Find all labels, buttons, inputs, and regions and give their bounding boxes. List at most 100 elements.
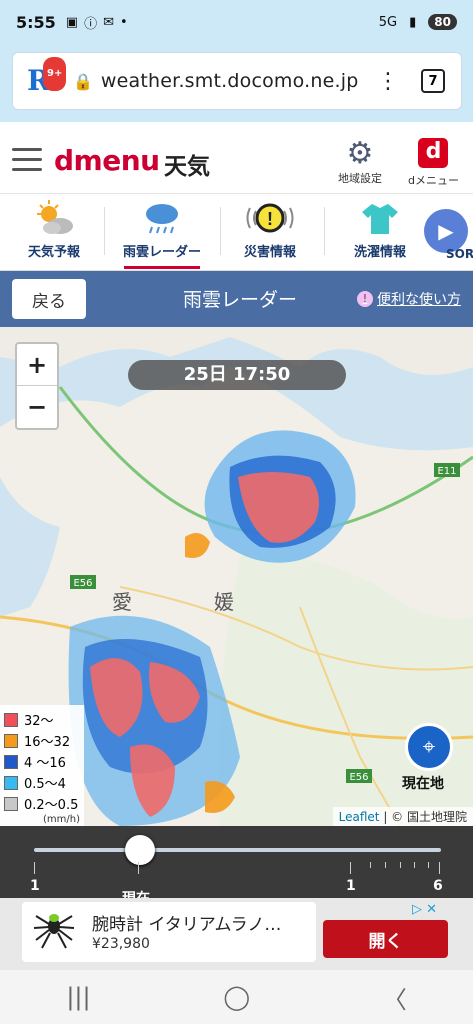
info-icon: ⓘ	[84, 16, 98, 32]
legend-item: 32〜	[4, 709, 80, 730]
signal-icon: ▮	[409, 14, 417, 30]
tab-switcher-button[interactable]: 7	[421, 69, 445, 93]
legend-swatch	[4, 796, 18, 811]
nav-label: 洗濯情報	[353, 245, 406, 260]
help-link[interactable]: ! 便利な使い方	[357, 289, 461, 309]
weather-title: 天気	[164, 154, 210, 180]
recents-icon[interactable]: |||	[66, 983, 90, 1011]
legend-label: 0.2〜0.5	[24, 798, 79, 813]
crosshair-icon: ⌖	[422, 734, 436, 760]
nav-label: 天気予報	[27, 245, 80, 260]
browser-menu-icon[interactable]: ⋮	[377, 69, 399, 94]
road-label: E56	[349, 772, 368, 783]
zoom-in-button[interactable]: +	[17, 344, 57, 386]
page-title: 雨雲レーダー	[182, 289, 297, 311]
legend-swatch	[4, 754, 18, 769]
radar-map[interactable]: 愛 媛 E56 E11 E56 + − 25日 17:50 32〜 16〜32 …	[0, 327, 473, 826]
back-label: 戻る	[32, 291, 66, 312]
nav-label: 雨雲レーダー	[122, 245, 201, 260]
legend-label: 0.5〜4	[24, 777, 66, 792]
leaflet-link[interactable]: Leaflet	[339, 810, 380, 824]
ad-price: ¥23,980	[92, 936, 150, 952]
ad-card[interactable]: 腕時計 イタリアムラノ… ¥23,980	[22, 902, 316, 962]
nav-partial-label[interactable]: SOR	[446, 247, 473, 261]
prefecture-label: 媛	[214, 590, 234, 614]
legend-swatch	[4, 733, 18, 748]
ad-banner: 腕時計 イタリアムラノ… ¥23,980 ▷ ✕ 開く	[0, 898, 473, 970]
rakuten-app-icon[interactable]: R 9+	[27, 57, 67, 97]
road-label: E56	[73, 578, 92, 589]
dmenu-label: dメニュー	[408, 174, 459, 187]
attribution-text: | © 国土地理院	[379, 810, 467, 824]
status-bar: 5:55 ▣ ⓘ ✉ • 5G ▮ 80	[0, 0, 473, 44]
back-button[interactable]: 戻る	[12, 279, 86, 319]
current-location-button[interactable]: ⌖	[405, 723, 453, 771]
dmenu-icon: d	[418, 138, 449, 168]
home-icon[interactable]: ◯	[223, 983, 250, 1011]
feature-nav: 天気予報 雨雲レーダー ! 災害情報 洗濯情報 ▶ SOR	[0, 195, 473, 271]
more-dot-icon: •	[120, 14, 128, 30]
status-time: 5:55	[16, 12, 56, 32]
url-text[interactable]: weather.smt.docomo.ne.jp	[101, 70, 359, 92]
current-location-label: 現在地	[402, 776, 444, 792]
lock-icon[interactable]: 🔒	[73, 72, 93, 91]
browser-toolbar: R 9+ 🔒 weather.smt.docomo.ne.jp ⋮ 7	[0, 44, 473, 122]
legend-item: 4 〜16	[4, 751, 80, 772]
rain-legend: 32〜 16〜32 4 〜16 0.5〜4 0.2〜0.5 (mm/h)	[0, 705, 84, 826]
timeline-end-label: 6	[433, 878, 443, 894]
slider-thumb[interactable]	[124, 835, 155, 865]
timeline-start-label: 1	[30, 878, 40, 894]
adchoices-icon[interactable]: ▷ ✕	[412, 902, 437, 917]
legend-swatch	[4, 712, 18, 727]
legend-unit: (mm/h)	[43, 814, 80, 825]
network-label: 5G	[378, 14, 398, 30]
ad-open-button[interactable]: 開く	[323, 920, 448, 958]
battery-indicator: 80	[428, 14, 457, 30]
sun-cloud-icon	[6, 195, 102, 241]
back-icon[interactable]: 〈	[383, 980, 407, 1015]
nav-rain-radar[interactable]: 雨雲レーダー	[114, 195, 210, 271]
gear-icon: ⚙	[346, 136, 374, 171]
help-label: 便利な使い方	[377, 292, 461, 308]
address-bar[interactable]: R 9+ 🔒 weather.smt.docomo.ne.jp ⋮ 7	[12, 52, 462, 110]
zoom-out-button[interactable]: −	[17, 386, 57, 428]
timeline-mid-label: 1	[346, 878, 356, 894]
dmenu-button[interactable]: d dメニュー	[408, 138, 459, 188]
help-icon: !	[357, 291, 373, 307]
legend-swatch	[4, 775, 18, 790]
road-label: E11	[437, 466, 456, 477]
nav-label: 災害情報	[243, 245, 296, 260]
legend-label: 16〜32	[24, 735, 71, 750]
warning-icon: !	[222, 195, 318, 241]
slider-track[interactable]	[34, 848, 441, 852]
legend-label: 4 〜16	[24, 756, 66, 771]
site-header: dmenu 天気 ⚙ 地域設定 d dメニュー	[0, 130, 473, 194]
shirt-icon	[332, 195, 428, 241]
svg-text:!: !	[267, 209, 273, 229]
system-nav-bar: ||| ◯ 〈	[0, 970, 473, 1024]
product-spider-icon	[33, 914, 75, 949]
timeline-now-label: 現在	[122, 888, 150, 898]
nav-disaster-info[interactable]: ! 災害情報	[222, 195, 318, 271]
screenshot-icon: ▣	[65, 14, 79, 30]
menu-icon[interactable]	[12, 148, 42, 172]
nav-weather-forecast[interactable]: 天気予報	[6, 195, 102, 271]
rain-cloud-icon	[114, 195, 210, 241]
region-settings-button[interactable]: ⚙ 地域設定	[338, 138, 382, 186]
radar-timestamp: 25日 17:50	[128, 360, 346, 390]
time-slider: 1 現在 1 6	[0, 826, 473, 898]
ad-title: 腕時計 イタリアムラノ…	[92, 915, 282, 935]
page-titlebar: 戻る 雨雲レーダー ! 便利な使い方	[0, 271, 473, 327]
dmenu-logo[interactable]: dmenu	[54, 144, 160, 177]
prefecture-label: 愛	[112, 590, 132, 614]
nav-laundry-info[interactable]: 洗濯情報	[332, 195, 428, 271]
legend-item: 0.2〜0.5	[4, 793, 80, 814]
legend-item: 16〜32	[4, 730, 80, 751]
map-attribution: Leaflet | © 国土地理院	[332, 807, 473, 826]
zoom-control: + −	[15, 342, 59, 430]
legend-item: 0.5〜4	[4, 772, 80, 793]
legend-label: 32〜	[24, 714, 54, 729]
region-settings-label: 地域設定	[338, 172, 382, 185]
notification-icon: ✉	[103, 14, 115, 30]
app-badge: 9+	[43, 57, 67, 91]
